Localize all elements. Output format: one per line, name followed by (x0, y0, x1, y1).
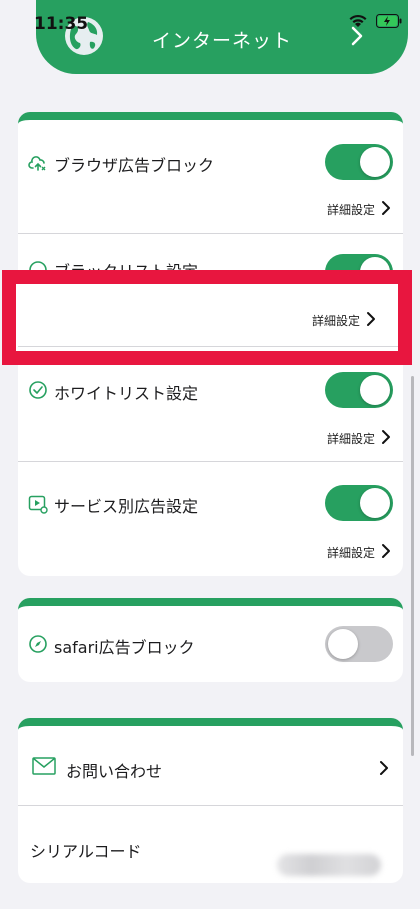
chevron-right-icon[interactable] (379, 760, 389, 776)
blacklist-detail-link[interactable]: 詳細設定 (312, 312, 360, 329)
serial-code-label: シリアルコード (30, 842, 142, 861)
browser-ad-block-toggle[interactable] (325, 144, 393, 180)
status-icons (348, 14, 402, 28)
whitelist-detail-link[interactable]: 詳細設定 (327, 430, 375, 447)
service-ad-settings-toggle[interactable] (325, 485, 393, 521)
mail-icon (32, 757, 56, 775)
whitelist-label: ホワイトリスト設定 (54, 384, 199, 403)
screen: 11:35 インターネット ブラウザ広告ブロック 詳細設定 ホワイトリスト設定 … (0, 0, 420, 909)
cloud-upload-icon (28, 156, 46, 171)
service-ad-settings-row: サービス別広告設定 詳細設定 (18, 462, 403, 576)
contact-label: お問い合わせ (66, 762, 163, 781)
chevron-right-icon[interactable] (381, 429, 391, 445)
chevron-right-icon[interactable] (350, 26, 364, 46)
check-circle-icon (29, 381, 47, 399)
compass-icon (29, 635, 47, 653)
page-title: インターネット (151, 29, 292, 52)
toggle-knob (360, 147, 390, 177)
chevron-right-icon[interactable] (381, 543, 391, 559)
browser-ad-block-row: ブラウザ広告ブロック 詳細設定 (18, 120, 403, 234)
scrollbar[interactable] (411, 376, 414, 756)
status-time: 11:35 (34, 14, 89, 34)
divider (18, 346, 398, 347)
support-card: お問い合わせ シリアルコード (18, 718, 403, 883)
service-ad-settings-label: サービス別広告設定 (54, 497, 199, 516)
highlight-box: 詳細設定 (2, 270, 412, 365)
service-ad-settings-detail-link[interactable]: 詳細設定 (327, 544, 375, 561)
whitelist-row: ホワイトリスト設定 詳細設定 (18, 348, 403, 462)
chevron-right-icon[interactable] (366, 311, 376, 327)
video-settings-icon (28, 495, 48, 514)
safari-ad-block-label: safari広告ブロック (54, 638, 195, 657)
safari-ad-block-card: safari広告ブロック (18, 598, 403, 682)
toggle-knob (360, 488, 390, 518)
battery-charging-icon (376, 14, 402, 28)
serial-code-row: シリアルコード (18, 806, 403, 883)
header-bar: インターネット (36, 0, 408, 74)
safari-ad-block-toggle[interactable] (325, 626, 393, 662)
browser-ad-block-label: ブラウザ広告ブロック (54, 156, 215, 175)
wifi-icon (349, 14, 367, 27)
chevron-right-icon[interactable] (381, 200, 391, 216)
toggle-knob (360, 375, 390, 405)
whitelist-toggle[interactable] (325, 372, 393, 408)
toggle-knob (328, 629, 358, 659)
contact-row[interactable]: お問い合わせ (18, 726, 403, 806)
serial-code-value-redacted (277, 854, 381, 876)
browser-ad-block-detail-link[interactable]: 詳細設定 (327, 201, 375, 218)
